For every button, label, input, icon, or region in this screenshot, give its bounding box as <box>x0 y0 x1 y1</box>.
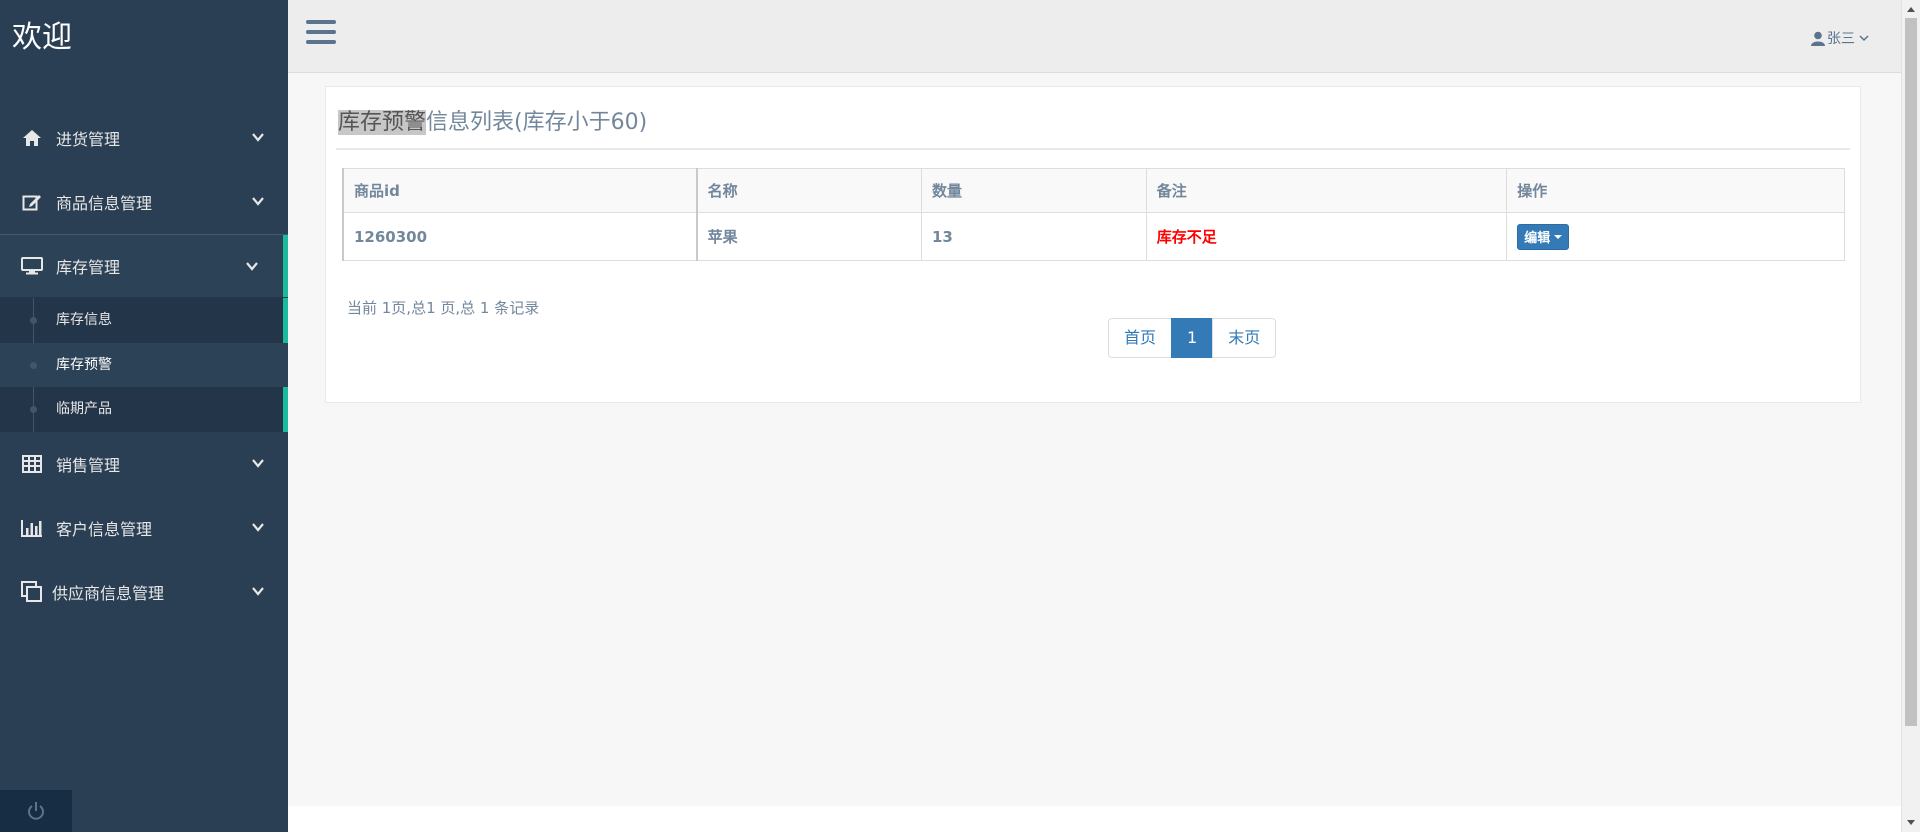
table-icon <box>18 453 46 475</box>
scroll-down-icon[interactable] <box>1907 820 1915 825</box>
logout-button[interactable] <box>0 790 72 832</box>
sidebar: 欢迎 进货管理 商品信息管理 库存管理 库存信息 库存预警 临期产品 销售管理 … <box>0 0 288 832</box>
edit-dropdown-button[interactable]: 编辑 <box>1517 223 1570 250</box>
chevron-down-icon <box>1859 35 1869 42</box>
chevron-down-icon <box>252 522 264 532</box>
scroll-up-icon[interactable] <box>1907 7 1915 12</box>
desktop-icon <box>18 255 46 277</box>
cell-action: 编辑 <box>1506 212 1845 261</box>
column-header-product-id: 商品id <box>342 168 698 213</box>
edit-icon <box>18 191 46 213</box>
column-header-action: 操作 <box>1506 168 1845 213</box>
chevron-down-icon <box>252 133 264 142</box>
sidebar-item-product-info[interactable]: 商品信息管理 <box>0 170 288 234</box>
sidebar-item-label: 商品信息管理 <box>56 194 153 213</box>
bar-chart-icon <box>18 517 46 539</box>
caret-down-icon <box>1554 234 1563 239</box>
sidebar-item-label: 进货管理 <box>56 130 121 149</box>
column-header-quantity: 数量 <box>920 168 1147 213</box>
submenu-item-inventory-warning[interactable]: 库存预警 <box>0 342 288 387</box>
submenu-item-label: 库存预警 <box>56 356 112 373</box>
sidebar-item-label: 库存管理 <box>56 258 121 277</box>
brand-title[interactable]: 欢迎 <box>0 0 288 75</box>
sidebar-item-label: 销售管理 <box>56 455 121 475</box>
table-row: 1260300 苹果 13 库存不足 编辑 <box>342 212 1845 261</box>
bullet-dot <box>30 361 37 369</box>
sidebar-item-supplier-info[interactable]: 供应商信息管理 <box>0 560 288 624</box>
title-divider <box>336 148 1850 150</box>
user-menu[interactable]: 张三 <box>1811 28 1869 48</box>
sidebar-menu: 进货管理 商品信息管理 库存管理 库存信息 库存预警 临期产品 销售管理 客户信… <box>0 106 288 624</box>
copy-icon <box>18 580 46 603</box>
bullet-dot <box>30 317 37 324</box>
inventory-submenu: 库存信息 库存预警 临期产品 <box>0 298 288 432</box>
pagination: 首页 1 末页 <box>1108 318 1277 358</box>
page-title-highlight: 库存预警 <box>338 110 427 135</box>
power-icon <box>28 802 44 820</box>
user-icon <box>1811 31 1825 46</box>
scrollbar-thumb[interactable] <box>1905 18 1917 726</box>
main-content: 库存预警信息列表(库存小于60) 商品id 名称 数量 备注 操作 126030… <box>288 73 1901 806</box>
chevron-down-icon <box>252 197 264 206</box>
submenu-item-inventory-info[interactable]: 库存信息 <box>0 298 288 343</box>
chevron-down-icon <box>252 458 264 468</box>
submenu-item-near-expiry[interactable]: 临期产品 <box>0 387 288 432</box>
sidebar-item-label: 客户信息管理 <box>56 519 153 539</box>
cell-quantity: 13 <box>920 212 1147 261</box>
vertical-scrollbar[interactable] <box>1901 0 1920 832</box>
footer-strip <box>288 806 1901 832</box>
column-header-note: 备注 <box>1145 168 1508 213</box>
home-icon <box>18 127 46 149</box>
submenu-item-label: 库存信息 <box>56 312 112 328</box>
sidebar-item-label: 供应商信息管理 <box>52 583 165 603</box>
chevron-down-icon <box>252 586 264 596</box>
cell-name: 苹果 <box>695 212 922 261</box>
pagination-info: 当前 1页,总1 页,总 1 条记录 <box>347 299 540 317</box>
top-navbar: 张三 <box>288 0 1901 73</box>
user-name: 张三 <box>1827 31 1855 47</box>
sidebar-item-purchase[interactable]: 进货管理 <box>0 106 288 170</box>
column-header-name: 名称 <box>695 168 922 213</box>
chevron-down-icon <box>246 262 258 271</box>
sidebar-item-customer-info[interactable]: 客户信息管理 <box>0 496 288 560</box>
cell-note: 库存不足 <box>1145 212 1508 261</box>
edit-button-label: 编辑 <box>1524 231 1551 246</box>
cell-product-id: 1260300 <box>342 212 698 261</box>
sidebar-item-inventory[interactable]: 库存管理 <box>0 234 288 298</box>
last-page-link[interactable]: 末页 <box>1212 318 1277 358</box>
table-header-row: 商品id 名称 数量 备注 操作 <box>342 168 1845 213</box>
submenu-item-label: 临期产品 <box>56 401 112 417</box>
page-link-current[interactable]: 1 <box>1171 318 1214 358</box>
page-title-rest: 信息列表(库存小于60) <box>426 110 648 135</box>
sidebar-item-sales[interactable]: 销售管理 <box>0 432 288 496</box>
bullet-dot <box>30 406 37 413</box>
inventory-warning-panel: 库存预警信息列表(库存小于60) 商品id 名称 数量 备注 操作 126030… <box>325 86 1861 403</box>
page-title: 库存预警信息列表(库存小于60) <box>338 104 647 136</box>
menu-toggle-icon[interactable] <box>306 20 336 48</box>
inventory-warning-table: 商品id 名称 数量 备注 操作 1260300 苹果 13 库存不足 编辑 <box>342 168 1845 261</box>
first-page-link[interactable]: 首页 <box>1108 318 1173 358</box>
